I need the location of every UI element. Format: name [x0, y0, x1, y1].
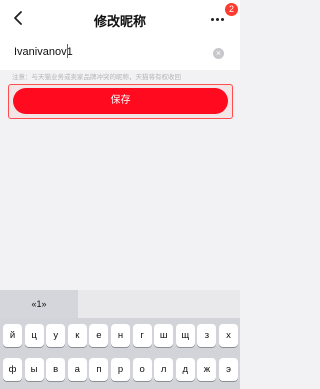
keyboard-key[interactable]: а: [67, 358, 87, 381]
keyboard-key[interactable]: о: [132, 358, 152, 381]
keyboard-key[interactable]: д: [175, 358, 195, 381]
keyboard-key[interactable]: й: [3, 324, 22, 347]
keyboard-suggestion-bar: «1»: [0, 290, 240, 318]
keyboard-key[interactable]: л: [154, 358, 174, 381]
keyboard-key[interactable]: в: [46, 358, 66, 381]
page-title: 修改昵称: [93, 14, 146, 29]
keyboard-key[interactable]: г: [132, 324, 152, 347]
keyboard-key[interactable]: ж: [197, 358, 217, 381]
keyboard-key[interactable]: з: [197, 324, 217, 347]
nickname-field[interactable]: ×: [0, 38, 240, 70]
top-nav-bar: 修改昵称 2: [0, 0, 240, 38]
keyboard-key[interactable]: ы: [24, 358, 44, 381]
save-button[interactable]: 保存: [13, 88, 228, 114]
keyboard-key[interactable]: р: [111, 358, 130, 381]
keyboard-key[interactable]: е: [89, 324, 109, 347]
nickname-input[interactable]: [14, 46, 204, 58]
clear-circle-icon[interactable]: ×: [213, 48, 224, 59]
keyboard-key[interactable]: у: [46, 324, 66, 347]
keyboard-suggestion[interactable]: «1»: [0, 290, 78, 318]
keyboard-key[interactable]: ш: [154, 324, 174, 347]
virtual-keyboard: «1» йцукенгшщзх фывапролджэ: [0, 290, 240, 389]
keyboard-key[interactable]: х: [219, 324, 238, 347]
keyboard-key[interactable]: щ: [175, 324, 195, 347]
nickname-notice: 注意：与天猫业务或卖家品牌冲突的昵称，天猫将有权收回: [12, 74, 181, 81]
keyboard-key[interactable]: н: [111, 324, 130, 347]
keyboard-key[interactable]: п: [89, 358, 109, 381]
keyboard-key[interactable]: ц: [24, 324, 44, 347]
notification-badge: 2: [225, 3, 238, 16]
text-caret: [67, 44, 68, 58]
keyboard-key[interactable]: э: [219, 358, 238, 381]
keyboard-key[interactable]: к: [67, 324, 87, 347]
keyboard-key[interactable]: ф: [3, 358, 22, 381]
